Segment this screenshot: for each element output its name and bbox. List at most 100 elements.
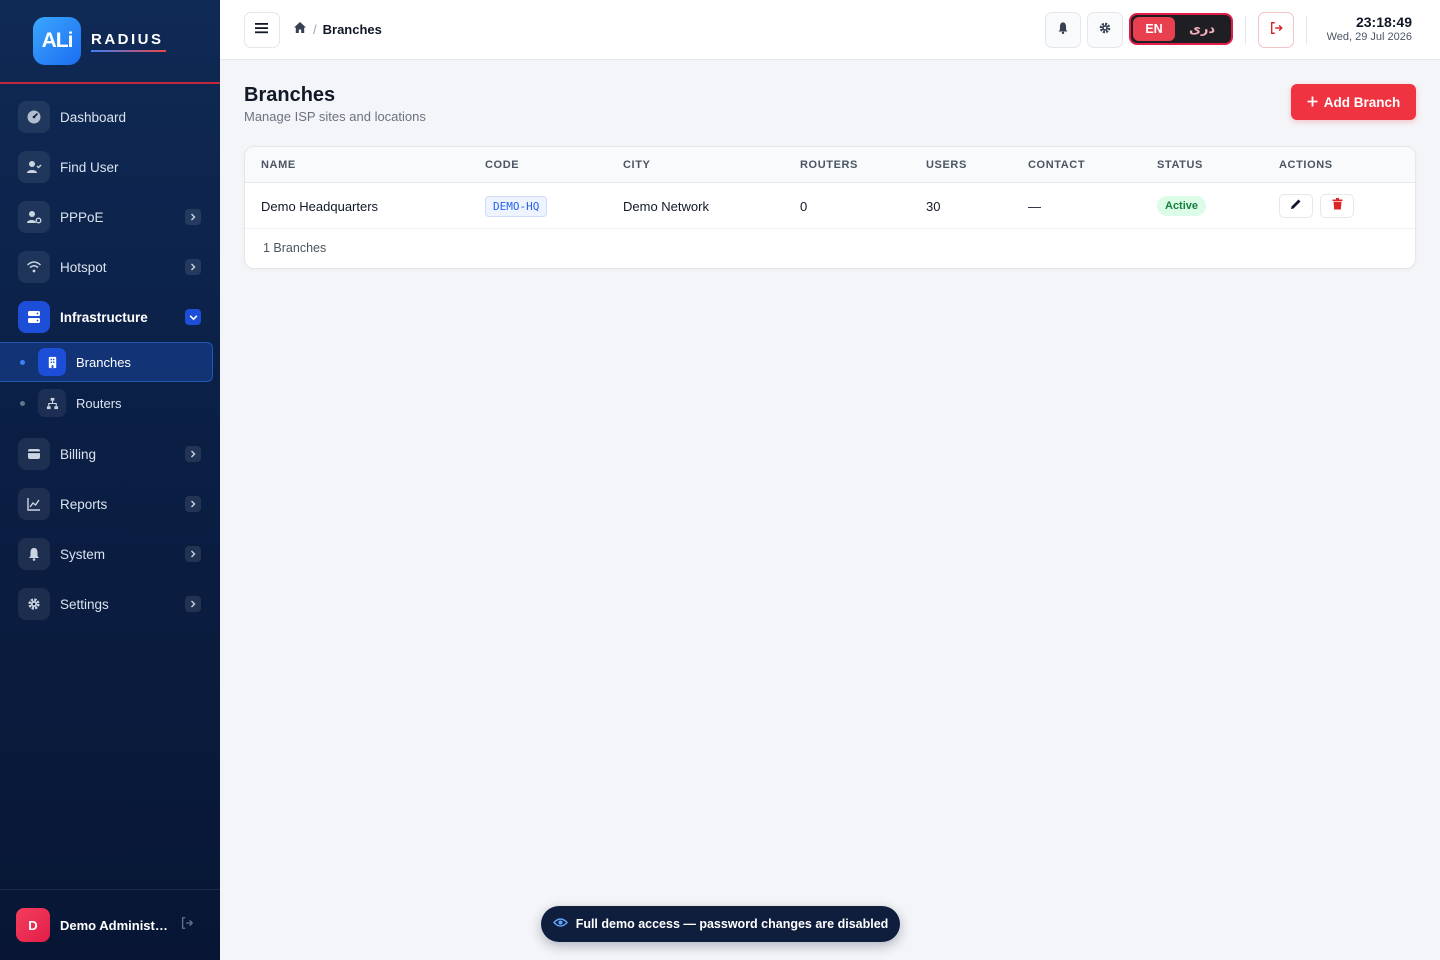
toast-text: Full demo access — password changes are … <box>575 917 889 931</box>
column-header-contact[interactable]: CONTACT <box>1028 159 1085 171</box>
sidebar-item-label: PPPoE <box>60 209 104 225</box>
brand: ALi RADIUS <box>0 0 220 84</box>
notifications-button[interactable] <box>1045 12 1081 48</box>
sidebar-item-dashboard[interactable]: Dashboard <box>0 92 220 142</box>
sidebar-item-label: System <box>60 546 106 562</box>
column-header-users[interactable]: USERS <box>926 159 967 171</box>
gear-icon <box>18 588 50 620</box>
table-footer-count: 1 Branches <box>263 241 327 255</box>
brand-name: RADIUS <box>91 31 166 52</box>
bell-icon <box>18 538 50 570</box>
sidebar-item-pppoe[interactable]: PPPoE <box>0 192 220 242</box>
app-logo: ALi <box>33 17 81 65</box>
cell-name: Demo Headquarters <box>261 199 379 214</box>
topbar: / Branches EN دری 23:18:49 Wed, 29 Jul 2… <box>220 0 1440 60</box>
column-header-actions: ACTIONS <box>1279 159 1333 171</box>
lang-dari-button[interactable]: دری <box>1175 21 1229 37</box>
chevron-right-icon[interactable] <box>185 209 201 225</box>
gauge-icon <box>18 101 50 133</box>
breadcrumb-current: Branches <box>322 21 382 37</box>
sidebar-subitem-branches[interactable]: Branches <box>0 342 213 382</box>
avatar: D <box>16 908 50 942</box>
pencil-icon <box>1290 197 1302 215</box>
sidebar-item-label: Settings <box>60 596 109 612</box>
cell-users: 30 <box>926 199 941 214</box>
divider <box>1306 16 1307 44</box>
gear-icon <box>1098 21 1112 40</box>
add-branch-button[interactable]: Add Branch <box>1291 84 1416 120</box>
clock-time: 23:18:49 <box>1355 14 1412 30</box>
building-icon <box>38 348 66 376</box>
page-title: Branches <box>244 84 336 106</box>
chevron-right-icon[interactable] <box>185 546 201 562</box>
sidebar-item-label: Billing <box>60 446 97 462</box>
hamburger-icon <box>255 21 269 39</box>
divider <box>1245 16 1246 44</box>
status-badge: Active <box>1157 196 1207 216</box>
settings-button[interactable] <box>1087 12 1123 48</box>
sidebar-item-label: Hotspot <box>60 259 107 275</box>
add-branch-label: Add Branch <box>1323 94 1401 110</box>
sidebar-item-label: Dashboard <box>60 109 127 125</box>
column-header-name[interactable]: NAME <box>261 159 296 171</box>
column-header-code[interactable]: CODE <box>485 159 519 171</box>
sidebar-item-hotspot[interactable]: Hotspot <box>0 242 220 292</box>
cell-contact: — <box>1028 199 1041 214</box>
table-row[interactable]: Demo Headquarters DEMO-HQ Demo Network 0… <box>245 183 1415 229</box>
sidebar-item-infrastructure[interactable]: Infrastructure <box>0 292 220 342</box>
demo-toast: Full demo access — password changes are … <box>541 906 900 942</box>
sidebar-item-system[interactable]: System <box>0 529 220 579</box>
page-subtitle: Manage ISP sites and locations <box>244 109 426 124</box>
edit-button[interactable] <box>1279 194 1313 218</box>
chevron-right-icon[interactable] <box>185 259 201 275</box>
logout-icon[interactable] <box>180 916 194 935</box>
sidebar-subitem-routers[interactable]: Routers <box>0 383 213 423</box>
user-gear-icon <box>18 201 50 233</box>
sidebar-subitem-label: Routers <box>76 395 122 411</box>
sidebar-item-find-user[interactable]: Find User <box>0 142 220 192</box>
eye-icon <box>552 917 568 931</box>
wallet-icon <box>18 438 50 470</box>
user-name: Demo Administrator <box>60 917 168 933</box>
column-header-city[interactable]: CITY <box>623 159 650 171</box>
breadcrumb-separator: / <box>313 21 317 37</box>
bullet-dot <box>20 359 25 365</box>
chevron-right-icon[interactable] <box>185 596 201 612</box>
cell-code: DEMO-HQ <box>485 196 548 217</box>
sidebar-item-label: Infrastructure <box>60 309 148 325</box>
sidebar-item-settings[interactable]: Settings <box>0 579 220 629</box>
user-check-icon <box>18 151 50 183</box>
chevron-right-icon[interactable] <box>185 496 201 512</box>
clock-date: Wed, 29 Jul 2026 <box>1326 31 1412 43</box>
sidebar-nav: Dashboard Find User PPPoE Hotspot Infras… <box>0 84 220 629</box>
menu-toggle-button[interactable] <box>244 12 280 48</box>
delete-button[interactable] <box>1320 194 1354 218</box>
cell-city: Demo Network <box>623 199 709 214</box>
bullet-dot <box>20 400 25 406</box>
home-icon[interactable] <box>293 21 307 37</box>
column-header-status[interactable]: STATUS <box>1157 159 1203 171</box>
chevron-down-icon[interactable] <box>185 309 201 325</box>
sidebar-item-reports[interactable]: Reports <box>0 479 220 529</box>
cell-routers: 0 <box>800 199 808 214</box>
server-icon <box>18 301 50 333</box>
trash-icon <box>1332 197 1343 215</box>
chevron-right-icon[interactable] <box>185 446 201 462</box>
language-switcher: EN دری <box>1129 13 1233 45</box>
chart-line-icon <box>18 488 50 520</box>
sidebar-subitem-label: Branches <box>76 354 131 370</box>
bell-icon <box>1056 21 1070 40</box>
column-header-routers[interactable]: ROUTERS <box>800 159 858 171</box>
plus-icon <box>1307 95 1318 110</box>
wifi-icon <box>18 251 50 283</box>
sidebar-item-billing[interactable]: Billing <box>0 429 220 479</box>
lang-en-button[interactable]: EN <box>1133 17 1175 41</box>
sidebar-item-label: Reports <box>60 496 108 512</box>
breadcrumb: / Branches <box>293 21 382 37</box>
branches-table: NAME CODE CITY ROUTERS USERS CONTACT STA… <box>244 146 1416 269</box>
user-profile[interactable]: D Demo Administrator <box>0 889 220 960</box>
sidebar-item-label: Find User <box>60 159 119 175</box>
network-icon <box>38 389 66 417</box>
sidebar: ALi RADIUS Dashboard Find User PPPoE Hot… <box>0 0 220 960</box>
logout-button[interactable] <box>1258 12 1294 48</box>
